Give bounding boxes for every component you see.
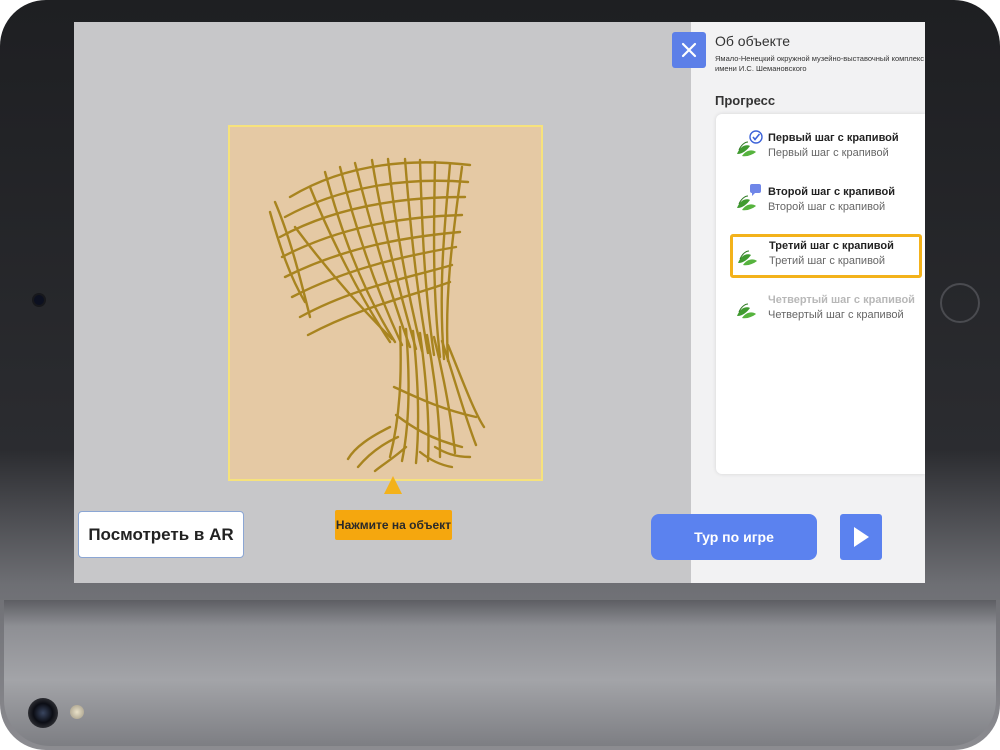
step-subtitle: Четвертый шаг с крапивой: [768, 309, 904, 321]
step-title: Четвертый шаг с крапивой: [768, 294, 915, 306]
step-title: Третий шаг с крапивой: [769, 240, 894, 252]
rear-camera: [28, 698, 58, 728]
panel-title: Об объекте: [715, 33, 790, 49]
tap-object-hint: Нажмите на объект: [335, 510, 452, 540]
arrow-up-icon: [384, 476, 402, 494]
object-viewport[interactable]: [228, 125, 543, 481]
view-in-ar-button[interactable]: Посмотреть в AR: [78, 511, 244, 558]
home-button[interactable]: [940, 283, 980, 323]
museum-name: Ямало-Ненецкий окружной музейно-выставоч…: [715, 54, 924, 73]
progress-heading: Прогресс: [715, 93, 776, 108]
progress-step-4[interactable]: Четвертый шаг с крапивой Четвертый шаг с…: [730, 288, 922, 332]
step-title: Второй шаг с крапивой: [768, 186, 895, 198]
play-button[interactable]: [840, 514, 882, 560]
progress-step-2[interactable]: Второй шаг с крапивой Второй шаг с крапи…: [730, 180, 922, 224]
nettle-bundle-object[interactable]: [230, 127, 541, 479]
front-camera: [34, 295, 44, 305]
speech-bubble-icon: [750, 184, 761, 196]
step-subtitle: Второй шаг с крапивой: [768, 201, 886, 213]
step-subtitle: Третий шаг с крапивой: [769, 255, 886, 267]
progress-step-3[interactable]: Третий шаг с крапивой Третий шаг с крапи…: [730, 234, 922, 278]
close-icon: [681, 42, 697, 58]
camera-flash: [70, 705, 84, 719]
step-title: Первый шаг с крапивой: [768, 132, 899, 144]
nettle-leaf-icon: [737, 303, 756, 319]
step-subtitle: Первый шаг с крапивой: [768, 147, 889, 159]
checkmark-bubble-icon: [749, 130, 763, 144]
progress-step-1[interactable]: Первый шаг с крапивой Первый шаг с крапи…: [730, 126, 922, 170]
close-button[interactable]: [672, 32, 706, 68]
tablet-back: [4, 600, 996, 746]
app-screen: Нажмите на объект Посмотреть в AR Об объ…: [74, 22, 925, 583]
game-tour-button[interactable]: Тур по игре: [651, 514, 817, 560]
nettle-leaf-icon: [738, 250, 757, 266]
play-icon: [854, 527, 869, 547]
